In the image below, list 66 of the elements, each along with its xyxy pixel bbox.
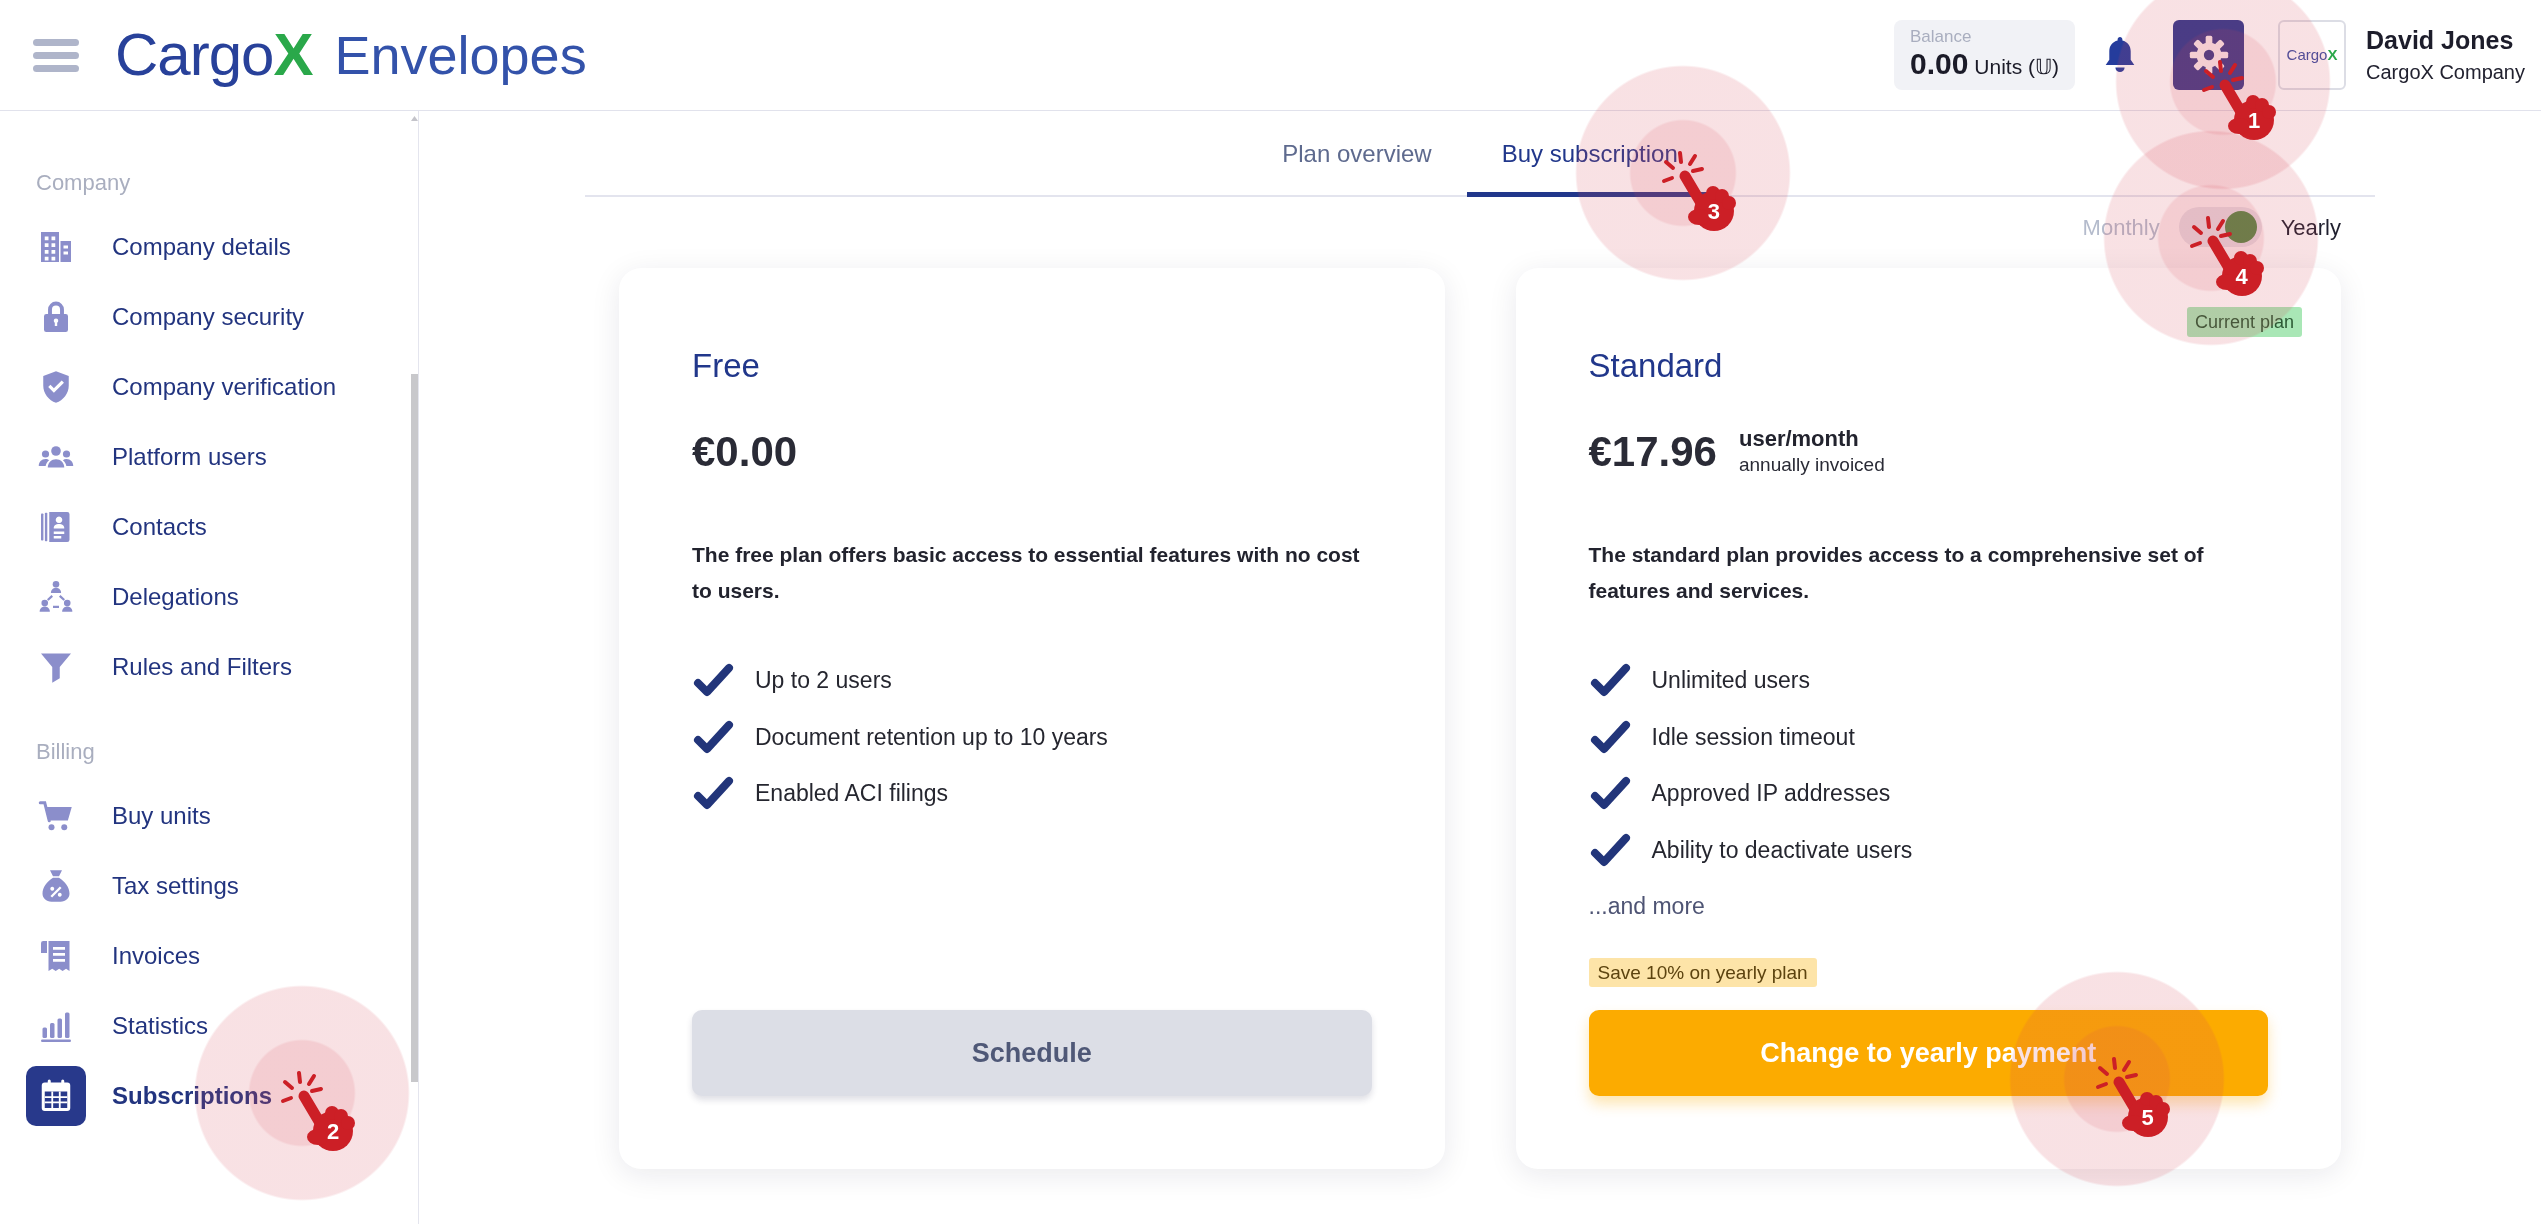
step-number: 5 (2141, 1107, 2154, 1129)
plan-action-button[interactable]: Schedule (692, 1010, 1372, 1096)
pointer-hand-icon (280, 1071, 358, 1153)
plan-description: The standard plan provides access to a comprehensive set of features and services. (1588, 542, 2205, 604)
plan-name: Free (692, 346, 760, 386)
settings-icon (2188, 35, 2229, 75)
menu-icon[interactable] (33, 38, 79, 72)
sidebar-item[interactable]: Statistics (26, 996, 209, 1056)
plan-price: €0.00 (692, 426, 798, 477)
calendar-icon (26, 1066, 86, 1126)
logo-text: CargoX (115, 20, 313, 90)
sidebar-item[interactable]: Platform users (26, 427, 267, 487)
balance-unit: Units (𝕌) (1974, 54, 2060, 81)
sidebar-item[interactable]: Invoices (26, 926, 201, 986)
current-plan-badge: Current plan (2186, 307, 2302, 337)
sidebar-item[interactable]: Company details (26, 217, 291, 277)
more-features-text: ...and more (1588, 891, 1705, 921)
settings-button[interactable] (2173, 20, 2245, 90)
check-icon (692, 718, 735, 755)
balance-amount: 0.00 (1909, 47, 1969, 82)
sidebar-item[interactable]: Subscriptions (26, 1066, 273, 1126)
plan-description: The free plan offers basic access to essential features with no cost to users. (692, 542, 1361, 604)
scrollbar[interactable] (411, 374, 418, 1082)
sidebar-item[interactable]: Contacts (26, 497, 207, 557)
section-heading: Company (36, 168, 131, 197)
check-icon (1588, 831, 1632, 868)
feature-text: Document retention up to 10 years (755, 722, 1108, 752)
feature-text: Ability to deactivate users (1651, 835, 1913, 865)
building-icon (38, 229, 74, 265)
feature-text: Up to 2 users (755, 666, 892, 695)
sidebar-item[interactable]: Buy units (26, 786, 211, 846)
plan-name: Standard (1588, 346, 1723, 386)
feature-text: Enabled ACI filings (755, 779, 949, 808)
feature-text: Unlimited users (1651, 666, 1810, 695)
feature-text: Approved IP addresses (1651, 779, 1891, 808)
sidebar-item[interactable]: Tax settings (26, 856, 239, 916)
hierarchy-icon (38, 579, 74, 615)
check-icon (1588, 775, 1632, 812)
step-number: 4 (2235, 266, 2248, 288)
step-number: 3 (1707, 201, 1720, 223)
product-name: Envelopes (334, 24, 587, 87)
price-unit: user/month (1738, 425, 1859, 453)
period-label: Monthly (2082, 213, 2160, 242)
plan-price: €17.96 (1588, 426, 1717, 477)
company-name: CargoX Company (2366, 60, 2525, 85)
sidebar-item[interactable]: Company security (26, 287, 305, 347)
sidebar-item[interactable]: Delegations (26, 567, 239, 627)
notifications-icon[interactable] (2105, 37, 2136, 73)
tab[interactable]: Plan overview (1247, 111, 1467, 197)
check-icon (1588, 662, 1632, 699)
balance-label: Balance (1909, 27, 1973, 48)
user-name: David Jones (2366, 25, 2514, 55)
sidebar-item[interactable]: Rules and Filters (26, 637, 293, 697)
price-note: annually invoiced (1738, 453, 1885, 477)
section-heading: Billing (36, 737, 95, 766)
step-number: 1 (2247, 110, 2261, 132)
promo-badge: Save 10% on yearly plan (1588, 958, 1817, 987)
check-icon (692, 775, 735, 812)
period-label: Yearly (2280, 213, 2341, 242)
feature-text: Idle session timeout (1651, 722, 1855, 752)
sidebar-item[interactable]: Company verification (26, 357, 337, 417)
check-icon (1588, 718, 1632, 755)
company-logo: CargoX (2278, 20, 2347, 90)
step-number: 2 (326, 1121, 340, 1143)
check-icon (692, 662, 735, 699)
pointer-hand-icon (2094, 1057, 2173, 1139)
